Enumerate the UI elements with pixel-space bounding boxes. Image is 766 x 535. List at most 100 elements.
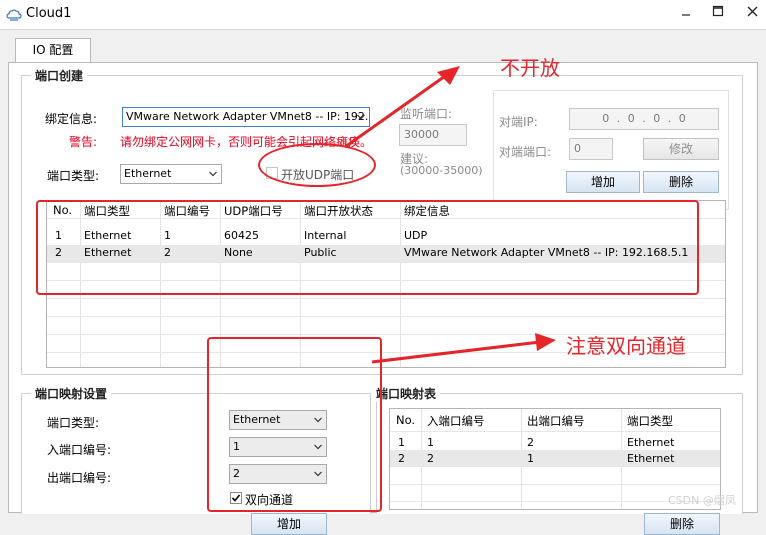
cell-in-port: 1 — [427, 436, 434, 449]
col-header-port-type[interactable]: 端口类型 — [84, 203, 130, 219]
row-divider — [390, 431, 720, 432]
add-port-button[interactable]: 增加 — [566, 171, 640, 193]
col-header-open-state[interactable]: 端口开放状态 — [304, 203, 373, 219]
out-port-value: 2 — [233, 467, 240, 480]
cell-open-state: Public — [304, 246, 337, 259]
chevron-down-icon — [357, 114, 365, 120]
row-divider — [390, 466, 720, 467]
listen-port-label: 监听端口: — [400, 107, 453, 121]
map-port-type-label: 端口类型: — [47, 416, 100, 430]
warning-label: 警告: — [69, 135, 98, 149]
cell-binding: UDP — [404, 229, 428, 242]
cell-udp-port: None — [224, 246, 253, 259]
window-title: Cloud1 — [26, 6, 72, 21]
cell-out-port: 2 — [527, 436, 534, 449]
in-port-select[interactable]: 1 — [229, 437, 327, 457]
maximize-button[interactable] — [704, 3, 732, 23]
col-header-binding[interactable]: 绑定信息 — [404, 203, 450, 219]
cell-binding: VMware Network Adapter VMnet8 -- IP: 192… — [404, 246, 689, 259]
col-divider — [400, 201, 401, 367]
in-port-label: 入端口编号: — [47, 443, 112, 457]
tab-page-io-config: 端口创建 绑定信息: VMware Network Adapter VMnet8… — [8, 62, 758, 535]
open-udp-checkbox[interactable] — [266, 167, 278, 179]
cell-no: 2 — [55, 246, 62, 259]
cell-udp-port: 60425 — [224, 229, 259, 242]
col-header-port-type[interactable]: 端口类型 — [627, 413, 673, 429]
minimize-icon — [682, 14, 690, 16]
in-port-value: 1 — [233, 440, 240, 453]
warning-text: 请勿绑定公网网卡，否则可能会引起网络瘫痪。 — [120, 135, 373, 149]
map-port-type-value: Ethernet — [233, 413, 281, 426]
cell-port-number: 2 — [164, 246, 171, 259]
close-button[interactable] — [738, 3, 766, 23]
col-divider — [80, 201, 81, 367]
port-type-label: 端口类型: — [47, 169, 100, 183]
watermark: CSDN @熠凤 — [668, 494, 736, 507]
suggest-range: (30000-35000) — [400, 164, 483, 177]
port-type-select[interactable]: Ethernet — [120, 164, 222, 184]
cell-out-port: 1 — [527, 452, 534, 465]
cell-open-state: Internal — [304, 229, 347, 242]
checkmark-icon — [231, 494, 241, 502]
port-map-settings-title: 端口映射设置 — [31, 385, 112, 402]
tab-io-config[interactable]: IO 配置 — [15, 38, 91, 62]
annotation-no-open: 不开放 — [500, 56, 560, 80]
chevron-down-icon — [314, 444, 322, 450]
peer-ip-label: 对端IP: — [499, 115, 538, 129]
binding-select-value: VMware Network Adapter VMnet8 -- IP: 192… — [126, 110, 370, 123]
col-header-port-number[interactable]: 端口编号 — [164, 203, 210, 219]
cell-port-type: Ethernet — [84, 246, 132, 259]
row-divider — [47, 298, 725, 299]
out-port-select[interactable]: 2 — [229, 464, 327, 484]
col-divider — [300, 201, 301, 367]
col-header-no[interactable]: No. — [53, 203, 72, 217]
close-icon — [747, 6, 757, 17]
map-port-type-select[interactable]: Ethernet — [229, 410, 327, 430]
port-map-table-title: 端口映射表 — [372, 385, 441, 402]
col-divider — [220, 201, 221, 367]
bidirectional-checkbox[interactable] — [230, 492, 242, 504]
listen-port-input[interactable]: 30000 — [399, 124, 467, 146]
cell-no: 1 — [398, 436, 405, 449]
minimize-button[interactable] — [672, 3, 700, 23]
col-divider — [160, 201, 161, 367]
row-divider — [47, 316, 725, 317]
chevron-down-icon — [314, 471, 322, 477]
peer-port-label: 对端端口: — [499, 145, 552, 159]
col-header-udp-port[interactable]: UDP端口号 — [224, 203, 283, 219]
binding-label: 绑定信息: — [45, 112, 98, 126]
col-header-in-port[interactable]: 入端口编号 — [427, 413, 485, 429]
modify-button[interactable]: 修改 — [643, 138, 719, 160]
out-port-label: 出端口编号: — [47, 471, 112, 485]
bidirectional-label: 双向通道 — [245, 493, 294, 507]
cell-no: 2 — [398, 452, 405, 465]
title-bar: Cloud1 — [0, 0, 766, 30]
maximize-icon — [712, 5, 724, 17]
row-divider — [390, 484, 720, 485]
cell-port-type: Ethernet — [84, 229, 132, 242]
col-header-out-port[interactable]: 出端口编号 — [527, 413, 585, 429]
peer-ip-input[interactable]: 0 . 0 . 0 . 0 — [569, 108, 719, 130]
chevron-down-icon — [209, 171, 217, 177]
cell-port-type: Ethernet — [627, 436, 675, 449]
open-udp-label: 开放UDP端口 — [281, 168, 355, 182]
annotation-bidirectional-note: 注意双向通道 — [566, 334, 686, 358]
port-type-select-value: Ethernet — [124, 167, 172, 180]
row-divider — [47, 262, 725, 263]
delete-port-button[interactable]: 删除 — [643, 171, 719, 193]
chevron-down-icon — [314, 417, 322, 423]
peer-port-input[interactable]: 0 — [569, 138, 613, 160]
port-create-title: 端口创建 — [31, 67, 88, 84]
cloud-app-icon — [6, 9, 22, 21]
window-content: IO 配置 端口创建 绑定信息: VMware Network Adapter … — [0, 30, 766, 535]
cell-no: 1 — [55, 229, 62, 242]
binding-select[interactable]: VMware Network Adapter VMnet8 -- IP: 192… — [122, 107, 370, 127]
cell-port-type: Ethernet — [627, 452, 675, 465]
delete-mapping-button[interactable]: 删除 — [644, 513, 720, 535]
col-header-no[interactable]: No. — [396, 413, 415, 427]
row-divider — [47, 218, 725, 219]
row-divider — [47, 280, 725, 281]
add-mapping-button[interactable]: 增加 — [251, 513, 327, 535]
cell-port-number: 1 — [164, 229, 171, 242]
cell-in-port: 2 — [427, 452, 434, 465]
